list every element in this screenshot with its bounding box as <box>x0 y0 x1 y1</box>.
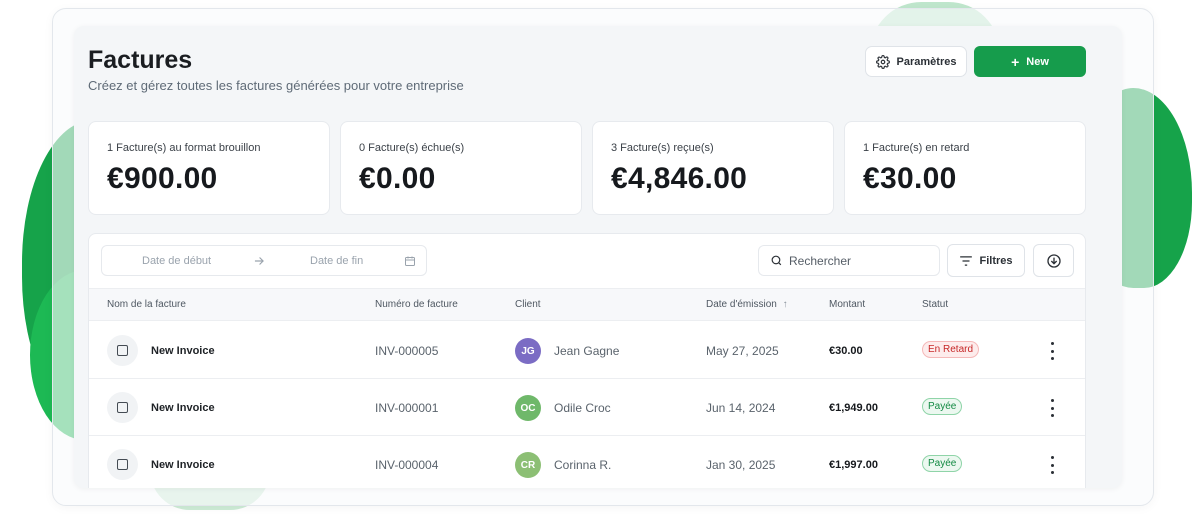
table-row[interactable]: New Invoice INV-000004 CR Corinna R. Jan… <box>89 436 1085 488</box>
invoice-name: New Invoice <box>151 459 215 471</box>
client-name: Odile Croc <box>554 401 611 415</box>
column-header-amount[interactable]: Montant <box>829 299 865 310</box>
filters-button[interactable]: Filtres <box>947 244 1025 277</box>
arrow-right-icon <box>254 257 264 265</box>
filters-label: Filtres <box>979 254 1013 267</box>
invoice-number: INV-000004 <box>375 458 439 472</box>
table-row[interactable]: New Invoice INV-000005 JG Jean Gagne May… <box>89 322 1085 379</box>
checkbox-icon <box>117 402 128 413</box>
invoice-number: INV-000005 <box>375 344 439 358</box>
stat-card-late: 1 Facture(s) en retard €30.00 <box>844 121 1086 215</box>
stat-card-draft: 1 Facture(s) au format brouillon €900.00 <box>88 121 330 215</box>
stat-card-received: 3 Facture(s) reçue(s) €4,846.00 <box>592 121 834 215</box>
issue-date: Jan 30, 2025 <box>706 458 776 472</box>
invoice-name: New Invoice <box>151 345 215 357</box>
more-options-icon[interactable] <box>1047 456 1057 474</box>
invoice-amount: €30.00 <box>829 345 863 357</box>
download-button[interactable] <box>1033 244 1074 277</box>
invoices-panel: Factures Créez et gérez toutes les factu… <box>74 26 1122 488</box>
checkbox-icon <box>117 459 128 470</box>
gear-icon <box>875 54 890 69</box>
status-badge: Payée <box>922 455 963 472</box>
invoice-amount: €1,997.00 <box>829 459 878 471</box>
invoice-name: New Invoice <box>151 402 215 414</box>
row-checkbox[interactable] <box>107 335 138 366</box>
stat-card-due: 0 Facture(s) échue(s) €0.00 <box>340 121 582 215</box>
column-header-date[interactable]: Date d'émission ↑ <box>706 299 788 310</box>
column-header-status[interactable]: Statut <box>922 299 948 310</box>
search-icon <box>771 255 782 266</box>
stage: Factures Créez et gérez toutes les factu… <box>0 0 1200 514</box>
stat-label: 3 Facture(s) reçue(s) <box>611 142 714 154</box>
row-checkbox[interactable] <box>107 392 138 423</box>
page-title: Factures <box>88 46 193 74</box>
stat-label: 1 Facture(s) au format brouillon <box>107 142 261 154</box>
table-row[interactable]: New Invoice INV-000001 OC Odile Croc Jun… <box>89 379 1085 436</box>
checkbox-icon <box>117 345 128 356</box>
calendar-icon <box>405 256 415 266</box>
more-options-icon[interactable] <box>1047 399 1057 417</box>
avatar: JG <box>515 338 541 364</box>
avatar: CR <box>515 452 541 478</box>
plus-icon: + <box>1011 53 1020 70</box>
search-input[interactable]: Rechercher <box>758 245 940 276</box>
issue-date: Jun 14, 2024 <box>706 401 776 415</box>
stat-amount: €0.00 <box>359 162 436 195</box>
filter-icon <box>960 255 973 266</box>
stat-label: 0 Facture(s) échue(s) <box>359 142 465 154</box>
client-name: Corinna R. <box>554 458 612 472</box>
column-header-number[interactable]: Numéro de facture <box>375 299 458 310</box>
stat-label: 1 Facture(s) en retard <box>863 142 970 154</box>
status-badge: Payée <box>922 398 963 415</box>
invoices-table-card: Date de début Date de fin Rechercher Fil… <box>88 233 1086 488</box>
client-name: Jean Gagne <box>554 344 620 358</box>
column-header-client[interactable]: Client <box>515 299 541 310</box>
stat-amount: €4,846.00 <box>611 162 748 195</box>
download-icon <box>1046 253 1061 268</box>
date-start-input[interactable]: Date de début <box>142 255 211 267</box>
invoice-number: INV-000001 <box>375 401 439 415</box>
column-header-name[interactable]: Nom de la facture <box>107 299 186 310</box>
stats-cards: 1 Facture(s) au format brouillon €900.00… <box>88 121 1086 215</box>
new-button-label: New <box>1026 55 1049 68</box>
avatar: OC <box>515 395 541 421</box>
status-badge: En Retard <box>922 341 980 358</box>
new-invoice-button[interactable]: + New <box>974 46 1086 77</box>
search-placeholder: Rechercher <box>789 253 852 268</box>
settings-button[interactable]: Paramètres <box>865 46 967 77</box>
issue-date: May 27, 2025 <box>706 344 779 358</box>
date-range-picker[interactable]: Date de début Date de fin <box>101 245 427 276</box>
row-checkbox[interactable] <box>107 449 138 480</box>
stat-amount: €900.00 <box>107 162 218 195</box>
page-subtitle: Créez et gérez toutes les factures génér… <box>88 78 464 93</box>
date-end-input[interactable]: Date de fin <box>310 255 363 267</box>
sort-arrow-icon: ↑ <box>782 299 788 310</box>
more-options-icon[interactable] <box>1047 342 1057 360</box>
settings-button-label: Paramètres <box>896 55 957 68</box>
stat-amount: €30.00 <box>863 162 957 195</box>
column-header-date-label: Date d'émission <box>706 299 777 310</box>
invoice-amount: €1,949.00 <box>829 402 878 414</box>
table-header: Nom de la facture Numéro de facture Clie… <box>89 288 1085 321</box>
